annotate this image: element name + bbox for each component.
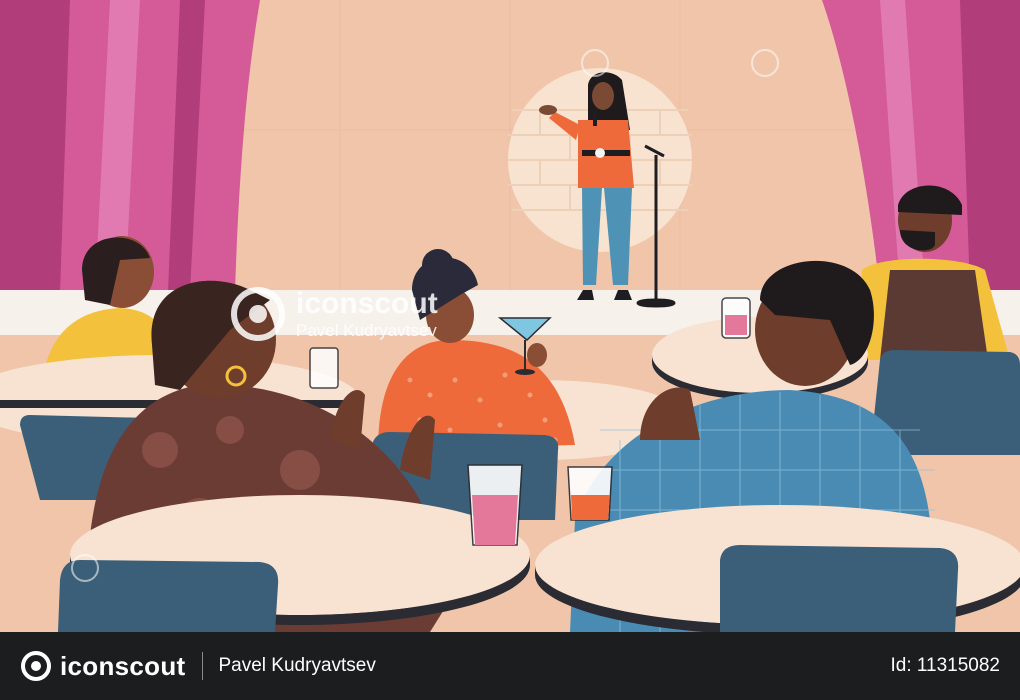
footer-logo[interactable]: iconscout (20, 650, 186, 682)
footer-bar: iconscout Pavel Kudryavtsev Id: 11315082 (0, 632, 1020, 700)
chair-front-left (58, 560, 279, 632)
chair-front-right (720, 545, 959, 632)
footer-divider (201, 652, 203, 680)
footer-id: Id: 11315082 (890, 655, 1000, 676)
glass-center-back (309, 347, 339, 389)
footer-brand: iconscout (60, 650, 186, 681)
comedy-club-scene: iconscout Pavel Kudryavtsev (0, 0, 1020, 632)
iconscout-logo-icon (21, 651, 51, 681)
footer-author[interactable]: Pavel Kudryavtsev (219, 655, 376, 677)
scene-illustration (0, 0, 1020, 632)
